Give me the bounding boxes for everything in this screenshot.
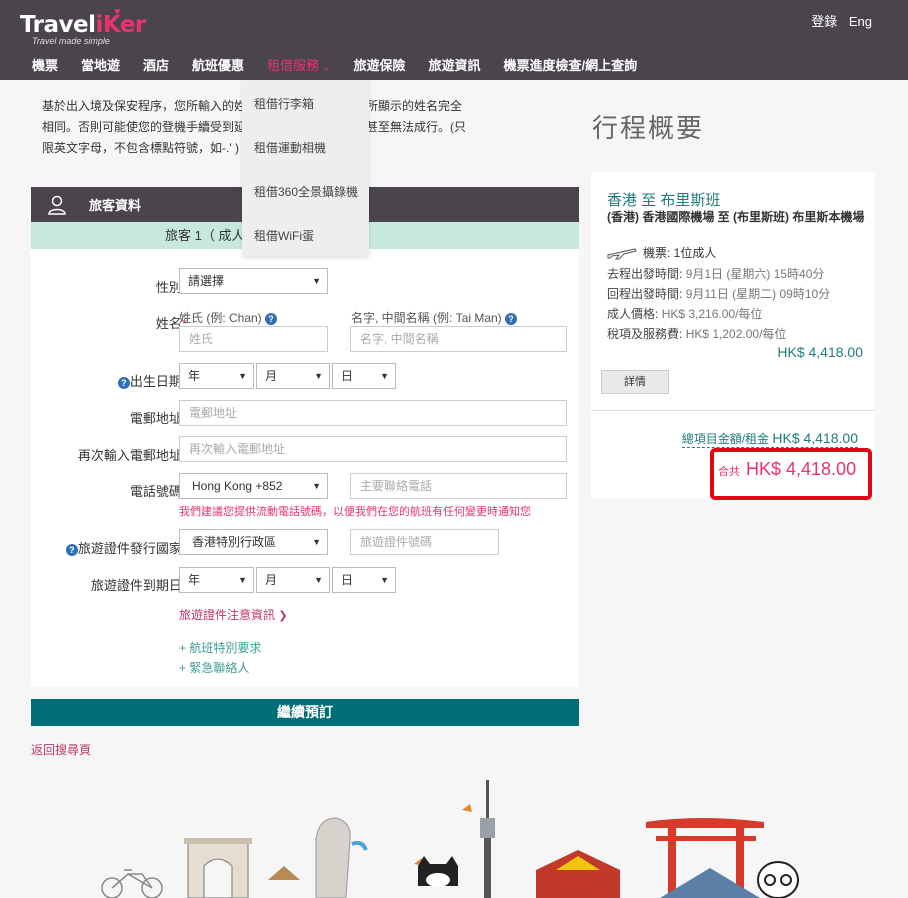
back-to-search-link[interactable]: 返回搜尋頁 xyxy=(31,741,91,758)
emergency-contact-link[interactable]: + 緊急聯絡人 xyxy=(179,659,249,676)
phone-input[interactable]: 主要聯絡電話 xyxy=(350,473,567,499)
nav-hotels[interactable]: 酒店 xyxy=(143,55,169,74)
passport-number-input[interactable]: 旅遊證件號碼 xyxy=(350,529,499,555)
email-input[interactable]: 電郵地址 xyxy=(179,400,567,426)
caret-down-icon: ▼ xyxy=(380,371,389,381)
email-confirm-input[interactable]: 再次輸入電郵地址 xyxy=(179,436,567,462)
gender-select[interactable]: 請選擇 ▼ xyxy=(179,268,328,294)
given-name-input[interactable]: 名字, 中間名稱 xyxy=(350,326,567,352)
nav-local-tours[interactable]: 當地遊 xyxy=(81,55,120,74)
cat-glasses-icon xyxy=(757,861,799,898)
tax-fee: 稅項及服務費: HK$ 1,202.00/每位 xyxy=(607,327,787,341)
issuing-country-label: ?旅遊證件發行國家* xyxy=(17,538,187,557)
surname-input[interactable]: 姓氏 xyxy=(179,326,328,352)
nav-travel-insurance[interactable]: 旅遊保險 xyxy=(353,55,405,74)
landmarks-illustration xyxy=(101,780,799,898)
issuing-country-select[interactable]: 香港特別行政區 ▼ xyxy=(179,529,328,555)
ticket-info: 機票: 1位成人 xyxy=(607,244,716,261)
caret-down-icon: ▼ xyxy=(314,371,323,381)
expiry-day-select[interactable]: 日 ▼ xyxy=(332,567,396,593)
gender-label: 性別* xyxy=(155,280,187,295)
logo-wordmark: TraveliKer xyxy=(20,12,146,38)
caret-down-icon: ▼ xyxy=(238,575,247,585)
cat-icon xyxy=(418,856,458,887)
help-icon[interactable]: ? xyxy=(65,544,78,556)
language-link[interactable]: Eng xyxy=(849,14,872,29)
hut-icon xyxy=(268,866,300,880)
phone-hint: 我們建議您提供流動電話號碼，以便我們在您的航班有任何變更時通知您 xyxy=(179,506,531,518)
caret-down-icon: ▼ xyxy=(238,371,247,381)
temple-icon xyxy=(536,850,620,898)
arch-icon xyxy=(184,838,252,898)
help-icon[interactable]: ? xyxy=(265,313,278,325)
passenger-panel: 旅客資料 旅客 1（ 成人 ） 性別* 請選擇▼ 姓名* 姓氏 (例: Chan… xyxy=(31,187,579,687)
nav-flight-deals[interactable]: 航班優惠 xyxy=(192,55,244,74)
caret-down-icon: ▼ xyxy=(380,575,389,585)
nav-travel-info[interactable]: 旅遊資訊 xyxy=(428,55,480,74)
total-price: 合共 HK$ 4,418.00 xyxy=(718,459,857,479)
chevron-down-icon: ❯ xyxy=(278,610,288,622)
expiry-month-select[interactable]: 月 ▼ xyxy=(256,567,330,593)
caret-down-icon: ▼ xyxy=(312,537,321,547)
airports-text: (香港) 香港國際機場 至 (布里斯班) 布里斯本機場 xyxy=(607,210,865,224)
document-info-link[interactable]: 旅遊證件注意資訊 ❯ xyxy=(179,606,288,623)
route-title: 香港 至 布里斯班 xyxy=(607,192,721,209)
summary-price: HK$ 4,418.00 xyxy=(777,344,863,360)
expiry-year-select[interactable]: 年 ▼ xyxy=(179,567,254,593)
summary-title: 行程概要 xyxy=(592,113,705,143)
site-logo[interactable]: TraveliKer ♥ Travel made simple xyxy=(20,6,146,46)
caret-down-icon: ▼ xyxy=(312,481,321,491)
site-header: TraveliKer ♥ Travel made simple 登錄 Eng 機… xyxy=(0,0,908,80)
ticket-count: 機票: 1位成人 xyxy=(643,246,717,260)
nav-ticket-status[interactable]: 機票進度檢查/網上查詢 xyxy=(504,55,638,74)
phone-label: 電話號碼* xyxy=(129,484,187,499)
nav-flights[interactable]: 機票 xyxy=(32,55,58,74)
airplane-icon xyxy=(607,247,637,259)
expiry-label: 旅遊證件到期日* xyxy=(90,578,187,593)
menu-item-wifi[interactable]: 租借WiFi蛋 xyxy=(242,212,369,256)
dob-label: ?出生日期* xyxy=(17,371,187,390)
given-name-label: 名字, 中間名稱 (例: Tai Man) ? xyxy=(351,309,518,326)
nav-rental-services[interactable]: 租借服務 ⌄ xyxy=(267,55,330,74)
tower-icon xyxy=(480,780,495,898)
dob-day-select[interactable]: 日 ▼ xyxy=(332,363,396,389)
continue-booking-button[interactable]: 繼續預訂 xyxy=(31,699,579,726)
merlion-icon xyxy=(315,817,368,898)
dob-year-select[interactable]: 年 ▼ xyxy=(179,363,254,389)
menu-item-action-camera[interactable]: 租借運動相機 xyxy=(242,124,369,168)
bicycle-icon xyxy=(101,869,163,898)
menu-item-360-camera[interactable]: 租借360全景攝錄機 xyxy=(242,168,369,212)
email-label: 電郵地址* xyxy=(129,411,187,426)
adult-price: 成人價格: HK$ 3,216.00/每位 xyxy=(607,307,763,321)
nav-rental-label: 租借服務 xyxy=(267,58,320,73)
caret-down-icon: ▼ xyxy=(314,575,323,585)
heart-icon: ♥ xyxy=(114,6,121,18)
user-icon xyxy=(48,195,66,215)
help-icon[interactable]: ? xyxy=(505,313,518,325)
caret-down-icon: ▼ xyxy=(312,276,321,286)
header-account: 登錄 Eng xyxy=(803,11,872,30)
dob-month-select[interactable]: 月 ▼ xyxy=(256,363,330,389)
subtotal[interactable]: 總項目金額/租金 HK$ 4,418.00 xyxy=(681,430,858,448)
special-request-link[interactable]: + 航班特別要求 xyxy=(179,639,261,656)
divider xyxy=(591,410,875,411)
main-nav: 機票 當地遊 酒店 航班優惠 租借服務 ⌄ 旅遊保險 旅遊資訊 機票進度檢查/網上… xyxy=(32,55,660,74)
help-icon[interactable]: ? xyxy=(117,377,130,389)
return-time: 回程出發時間: 9月11日 (星期二) 09時10分 xyxy=(607,287,831,301)
logo-tagline: Travel made simple xyxy=(32,36,110,46)
panel-title: 旅客資料 xyxy=(89,198,142,213)
email-confirm-label: 再次輸入電郵地址* xyxy=(77,448,187,463)
login-link[interactable]: 登錄 xyxy=(811,14,837,29)
leaf-icon xyxy=(462,804,472,812)
depart-time: 去程出發時間: 9月1日 (星期六) 15時40分 xyxy=(607,267,825,281)
menu-item-luggage[interactable]: 租借行李箱 xyxy=(242,80,369,124)
name-label: 姓名* xyxy=(155,316,187,331)
chevron-down-icon: ⌄ xyxy=(322,62,331,73)
rental-dropdown-menu: 租借行李箱 租借運動相機 租借360全景攝錄機 租借WiFi蛋 xyxy=(242,80,369,256)
country-code-select[interactable]: Hong Kong +852 ▼ xyxy=(179,473,328,499)
surname-label: 姓氏 (例: Chan) ? xyxy=(179,309,278,326)
details-button[interactable]: 詳情 xyxy=(601,370,669,394)
